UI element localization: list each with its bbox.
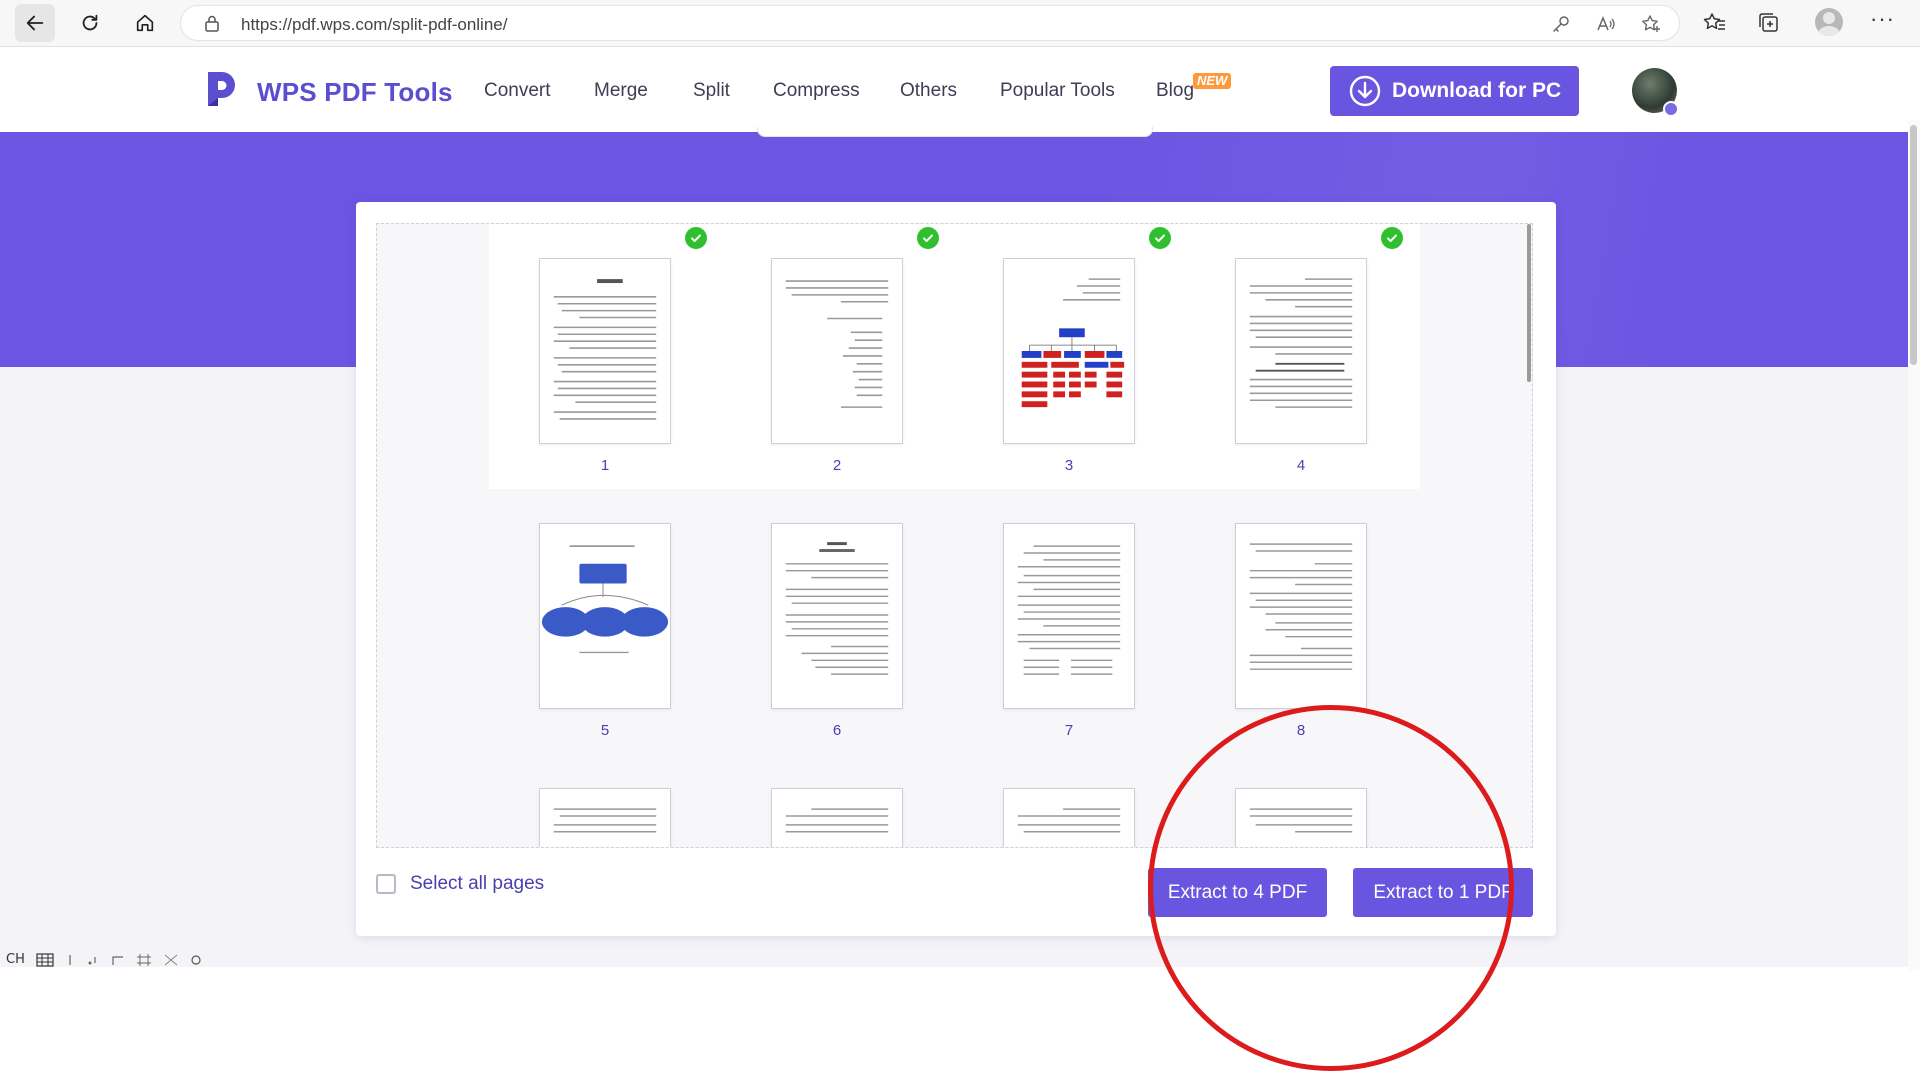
full-width-icon[interactable] — [65, 953, 75, 967]
page-thumbnail-3[interactable] — [1003, 258, 1135, 444]
page-thumbnail-1[interactable] — [539, 258, 671, 444]
new-badge: NEW — [1193, 73, 1232, 89]
skin-icon[interactable] — [163, 953, 179, 967]
page-thumbnail-5[interactable] — [539, 523, 671, 709]
home-button[interactable] — [125, 4, 165, 42]
page-number-4: 4 — [1296, 457, 1306, 474]
select-all-pages[interactable]: Select all pages — [376, 873, 544, 895]
page-preview — [1249, 543, 1353, 670]
browser-toolbar: https://pdf.wps.com/split-pdf-online/ ··… — [0, 0, 1920, 47]
page-thumbnail-9[interactable] — [539, 788, 671, 847]
search-box-edge — [757, 127, 1153, 137]
select-all-label[interactable]: Select all pages — [410, 873, 544, 895]
nav-compress[interactable]: Compress — [773, 80, 860, 102]
reload-icon — [82, 14, 98, 31]
page-thumbnail-6[interactable] — [771, 523, 903, 709]
page-preview — [785, 542, 889, 675]
download-for-pc-button[interactable]: Download for PC — [1330, 66, 1579, 116]
select-all-checkbox[interactable] — [376, 874, 396, 894]
soft-keyboard-icon[interactable] — [111, 953, 125, 967]
punctuation-icon[interactable] — [86, 953, 100, 967]
page-number-3: 3 — [1064, 457, 1074, 474]
lock-icon[interactable] — [203, 14, 221, 32]
wps-pdf-logo-icon[interactable] — [205, 70, 239, 108]
nav-blog[interactable]: Blog — [1156, 80, 1194, 102]
download-icon — [1349, 75, 1381, 107]
page-3-selected-check-icon[interactable] — [1149, 227, 1171, 249]
nav-others[interactable]: Others — [900, 80, 957, 102]
keyboard-grid-icon[interactable] — [36, 952, 54, 967]
more-options-icon[interactable]: ··· — [1870, 6, 1895, 32]
favorites-icon[interactable] — [1703, 11, 1727, 35]
page-scrollbar-thumb[interactable] — [1910, 125, 1917, 365]
page-number-2: 2 — [832, 457, 842, 474]
page-thumbnail-11[interactable] — [1003, 788, 1135, 847]
favorite-add-icon[interactable] — [1641, 14, 1661, 34]
nav-split[interactable]: Split — [693, 80, 730, 102]
page-4-selected-check-icon[interactable] — [1381, 227, 1403, 249]
browser-profile-avatar[interactable] — [1815, 8, 1843, 36]
page-number-6: 6 — [832, 722, 842, 739]
red-annotation-circle — [1148, 705, 1514, 1071]
read-aloud-icon[interactable] — [1596, 14, 1616, 34]
page-preview — [541, 545, 669, 654]
collections-icon[interactable] — [1757, 11, 1781, 35]
page-number-1: 1 — [600, 457, 610, 474]
download-label: Download for PC — [1392, 79, 1562, 102]
nav-popular-tools[interactable]: Popular Tools — [1000, 80, 1115, 102]
page-thumbnail-8[interactable] — [1235, 523, 1367, 709]
page-preview — [1017, 808, 1121, 833]
logo-text[interactable]: WPS PDF Tools — [257, 77, 453, 108]
nav-convert[interactable]: Convert — [484, 80, 551, 102]
thumbnails-scrollbar-thumb[interactable] — [1527, 224, 1531, 382]
page-thumbnail-2[interactable] — [771, 258, 903, 444]
nav-merge[interactable]: Merge — [594, 80, 648, 102]
page-thumbnail-7[interactable] — [1003, 523, 1135, 709]
page-thumbnail-10[interactable] — [771, 788, 903, 847]
page-preview — [785, 280, 889, 408]
page-number-7: 7 — [1064, 722, 1074, 739]
page-2-selected-check-icon[interactable] — [917, 227, 939, 249]
ime-mode-label[interactable]: CH — [6, 952, 25, 967]
page-preview — [1249, 278, 1353, 408]
ime-toolbar: CH — [6, 952, 202, 967]
page-number-5: 5 — [600, 722, 610, 739]
arrow-left-icon — [26, 15, 44, 31]
toolbox-icon[interactable] — [136, 953, 152, 967]
page-thumbnail-4[interactable] — [1235, 258, 1367, 444]
key-icon[interactable] — [1551, 14, 1571, 34]
address-bar[interactable]: https://pdf.wps.com/split-pdf-online/ — [180, 5, 1680, 41]
page-preview — [1017, 545, 1121, 675]
premium-badge-icon — [1663, 101, 1679, 117]
page-preview — [785, 808, 889, 833]
reload-button[interactable] — [70, 4, 110, 42]
url-text[interactable]: https://pdf.wps.com/split-pdf-online/ — [241, 15, 507, 35]
page-1-selected-check-icon[interactable] — [685, 227, 707, 249]
page-preview — [1021, 278, 1125, 408]
home-icon — [136, 14, 154, 32]
page-preview — [553, 279, 657, 420]
ime-settings-icon[interactable] — [190, 954, 202, 966]
back-button[interactable] — [15, 4, 55, 42]
site-header: WPS PDF Tools Convert Merge Split Compre… — [0, 47, 1920, 132]
page-preview — [553, 808, 657, 833]
